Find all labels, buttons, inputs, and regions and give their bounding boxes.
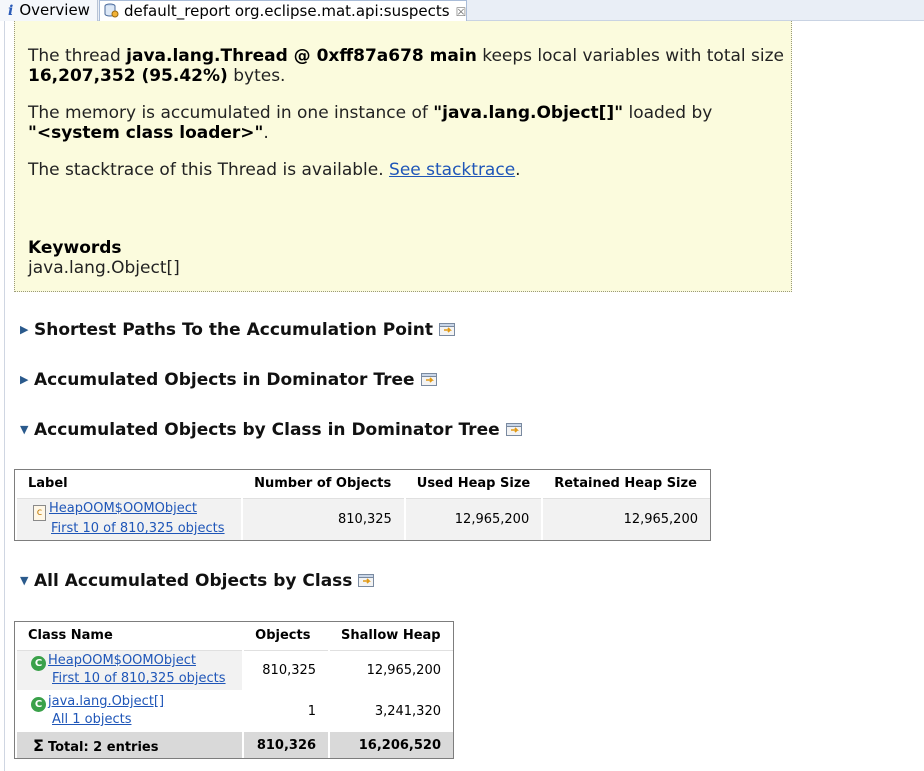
objects-link[interactable]: All 1 objects — [31, 712, 132, 727]
total-shallow-cell: 16,206,520 — [328, 732, 453, 758]
collapse-triangle-icon[interactable]: ▼ — [20, 423, 34, 436]
database-icon — [104, 3, 119, 18]
section-dominator-tree[interactable]: ▶ Accumulated Objects in Dominator Tree — [20, 370, 439, 394]
description-line: The thread java.lang.Thread @ 0xff87a678… — [28, 46, 784, 66]
objects-cell: 1 — [242, 690, 330, 732]
shallow-heap-cell: 12,965,200 — [328, 650, 453, 690]
total-row: Σ Total: 2 entries 810,326 16,206,520 — [14, 732, 453, 758]
column-header[interactable]: Label — [16, 470, 243, 499]
section-all-accumulated-objects[interactable]: ▼ All Accumulated Objects by Class — [20, 571, 376, 595]
class-dominator-table: Label Number of Objects Used Heap Size R… — [14, 469, 711, 541]
used-heap-cell: 12,965,200 — [403, 498, 543, 540]
class-document-icon: c — [33, 505, 46, 522]
editor-border — [4, 21, 5, 771]
collapse-triangle-icon[interactable]: ▼ — [20, 574, 34, 587]
table-header-row: Label Number of Objects Used Heap Size R… — [16, 470, 710, 499]
open-query-icon[interactable] — [438, 321, 457, 337]
open-query-icon[interactable] — [505, 421, 524, 437]
column-header[interactable]: Shallow Heap — [329, 622, 453, 651]
class-icon: C — [31, 656, 46, 672]
open-query-icon[interactable] — [420, 371, 439, 387]
description-line: "<system class loader>". — [28, 123, 269, 143]
column-header[interactable]: Class Name — [16, 622, 244, 651]
objects-cell: 810,325 — [241, 498, 405, 540]
keywords-heading: Keywords — [28, 238, 122, 258]
tab-overview[interactable]: i Overview — [0, 0, 98, 21]
section-class-dominator-tree[interactable]: ▼ Accumulated Objects by Class in Dominat… — [20, 420, 524, 444]
tab-overview-label: Overview — [19, 1, 90, 19]
sum-icon: Σ — [33, 735, 44, 755]
column-header[interactable]: Retained Heap Size — [542, 470, 710, 499]
expand-triangle-icon[interactable]: ▶ — [20, 373, 34, 386]
tab-default-report-label: default_report org.eclipse.mat.api:suspe… — [124, 2, 450, 20]
column-header[interactable]: Number of Objects — [242, 470, 405, 499]
column-header[interactable]: Used Heap Size — [404, 470, 543, 499]
class-name-cell: Cjava.lang.Object[] All 1 objects — [14, 690, 244, 732]
objects-cell: 810,325 — [242, 650, 330, 690]
editor-tab-bar: i Overview default_report org.eclipse.mat… — [0, 0, 924, 21]
description-line: 16,207,352 (95.42%) bytes. — [28, 66, 286, 86]
objects-link[interactable]: First 10 of 810,325 objects — [33, 521, 225, 536]
table-row[interactable]: C HeapOOM$OOMObject First 10 of 810,325 o… — [14, 650, 453, 690]
see-stacktrace-link[interactable]: See stacktrace — [389, 160, 515, 180]
class-name-cell: C HeapOOM$OOMObject First 10 of 810,325 o… — [14, 650, 244, 690]
description-line: The stacktrace of this Thread is availab… — [28, 160, 521, 180]
total-objects-cell: 810,326 — [242, 732, 330, 758]
open-query-icon[interactable] — [358, 572, 376, 588]
description-line: The memory is accumulated in one instanc… — [28, 103, 713, 123]
section-shortest-paths[interactable]: ▶ Shortest Paths To the Accumulation Poin… — [20, 320, 457, 344]
class-link[interactable]: java.lang.Object[] — [48, 694, 164, 709]
shallow-heap-cell: 3,241,320 — [328, 690, 453, 732]
class-icon: C — [31, 697, 46, 712]
column-header[interactable]: Objects — [243, 622, 330, 651]
class-link[interactable]: HeapOOM$OOMObject — [49, 501, 197, 516]
table-row[interactable]: Cjava.lang.Object[] All 1 objects 1 3,24… — [14, 690, 453, 732]
info-icon: i — [8, 3, 14, 19]
close-tab-icon[interactable]: ☒ — [456, 2, 467, 22]
accumulated-class-table: Class Name Objects Shallow Heap C HeapOOM… — [14, 621, 454, 759]
keywords-value: java.lang.Object[] — [28, 258, 180, 278]
tab-default-report[interactable]: default_report org.eclipse.mat.api:suspe… — [99, 0, 467, 21]
retained-heap-cell: 12,965,200 — [541, 498, 710, 540]
class-link[interactable]: HeapOOM$OOMObject — [48, 653, 196, 668]
table-header-row: Class Name Objects Shallow Heap — [16, 622, 453, 651]
label-cell: c HeapOOM$OOMObject First 10 of 810,325 o… — [14, 498, 243, 540]
expand-triangle-icon[interactable]: ▶ — [20, 323, 34, 336]
objects-link[interactable]: First 10 of 810,325 objects — [31, 671, 226, 686]
total-label-cell: Σ Total: 2 entries — [14, 732, 244, 758]
table-row[interactable]: c HeapOOM$OOMObject First 10 of 810,325 o… — [14, 498, 710, 540]
